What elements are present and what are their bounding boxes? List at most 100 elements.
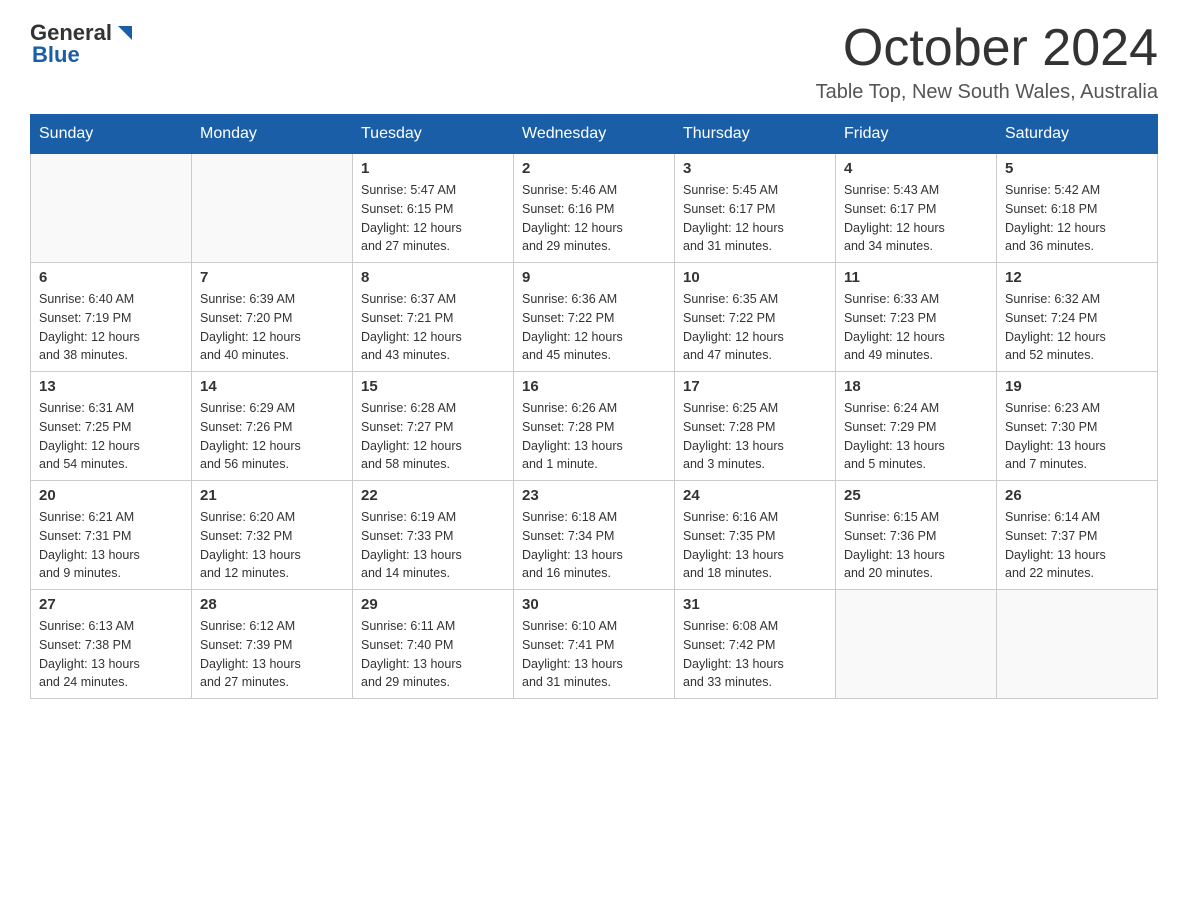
calendar-week-row: 20 Sunrise: 6:21 AM Sunset: 7:31 PM Dayli… — [31, 481, 1158, 590]
day-number: 16 — [522, 378, 666, 395]
day-number: 1 — [361, 160, 505, 177]
day-number: 8 — [361, 269, 505, 286]
calendar-cell: 18Sunrise: 6:24 AM Sunset: 7:29 PM Dayli… — [836, 372, 997, 481]
calendar-cell: 29 Sunrise: 6:11 AM Sunset: 7:40 PM Dayli… — [353, 590, 514, 699]
day-info: Sunrise: 6:26 AM Sunset: 7:28 PM Dayligh… — [522, 399, 666, 474]
calendar-header-wednesday: Wednesday — [514, 115, 675, 154]
day-number: 23 — [522, 487, 666, 504]
day-number: 27 — [39, 596, 183, 613]
logo: General Blue — [30, 20, 136, 68]
day-number: 3 — [683, 160, 827, 177]
calendar-cell: 3 Sunrise: 5:45 AM Sunset: 6:17 PM Daylig… — [675, 154, 836, 263]
day-info: Sunrise: 5:45 AM Sunset: 6:17 PM Dayligh… — [683, 181, 827, 256]
calendar-cell: 16 Sunrise: 6:26 AM Sunset: 7:28 PM Dayli… — [514, 372, 675, 481]
day-number: 31 — [683, 596, 827, 613]
day-number: 28 — [200, 596, 344, 613]
calendar-week-row: 6 Sunrise: 6:40 AM Sunset: 7:19 PM Daylig… — [31, 263, 1158, 372]
calendar-cell: 8 Sunrise: 6:37 AM Sunset: 7:21 PM Daylig… — [353, 263, 514, 372]
calendar-cell: 30 Sunrise: 6:10 AM Sunset: 7:41 PM Dayli… — [514, 590, 675, 699]
calendar-cell: 19 Sunrise: 6:23 AM Sunset: 7:30 PM Dayli… — [997, 372, 1158, 481]
day-info: Sunrise: 5:47 AM Sunset: 6:15 PM Dayligh… — [361, 181, 505, 256]
day-info: Sunrise: 6:10 AM Sunset: 7:41 PM Dayligh… — [522, 617, 666, 692]
calendar-cell: 10Sunrise: 6:35 AM Sunset: 7:22 PM Dayli… — [675, 263, 836, 372]
day-number: 20 — [39, 487, 183, 504]
page-header: General Blue October 2024 Table Top, New… — [30, 20, 1158, 104]
day-info: Sunrise: 6:18 AM Sunset: 7:34 PM Dayligh… — [522, 508, 666, 583]
day-number: 5 — [1005, 160, 1149, 177]
day-info: Sunrise: 6:28 AM Sunset: 7:27 PM Dayligh… — [361, 399, 505, 474]
calendar-header-saturday: Saturday — [997, 115, 1158, 154]
day-number: 17 — [683, 378, 827, 395]
day-number: 21 — [200, 487, 344, 504]
day-info: Sunrise: 6:19 AM Sunset: 7:33 PM Dayligh… — [361, 508, 505, 583]
calendar-cell: 22 Sunrise: 6:19 AM Sunset: 7:33 PM Dayli… — [353, 481, 514, 590]
day-number: 12 — [1005, 269, 1149, 286]
day-info: Sunrise: 6:16 AM Sunset: 7:35 PM Dayligh… — [683, 508, 827, 583]
month-title: October 2024 — [816, 20, 1158, 77]
day-number: 24 — [683, 487, 827, 504]
day-info: Sunrise: 6:31 AM Sunset: 7:25 PM Dayligh… — [39, 399, 183, 474]
calendar-cell: 23 Sunrise: 6:18 AM Sunset: 7:34 PM Dayli… — [514, 481, 675, 590]
calendar-cell: 15Sunrise: 6:28 AM Sunset: 7:27 PM Dayli… — [353, 372, 514, 481]
calendar-cell: 4 Sunrise: 5:43 AM Sunset: 6:17 PM Daylig… — [836, 154, 997, 263]
day-number: 22 — [361, 487, 505, 504]
day-info: Sunrise: 6:24 AM Sunset: 7:29 PM Dayligh… — [844, 399, 988, 474]
calendar-header-friday: Friday — [836, 115, 997, 154]
day-number: 26 — [1005, 487, 1149, 504]
day-info: Sunrise: 6:40 AM Sunset: 7:19 PM Dayligh… — [39, 290, 183, 365]
day-info: Sunrise: 6:08 AM Sunset: 7:42 PM Dayligh… — [683, 617, 827, 692]
calendar-week-row: 27 Sunrise: 6:13 AM Sunset: 7:38 PM Dayli… — [31, 590, 1158, 699]
day-info: Sunrise: 6:12 AM Sunset: 7:39 PM Dayligh… — [200, 617, 344, 692]
calendar-week-row: 13 Sunrise: 6:31 AM Sunset: 7:25 PM Dayli… — [31, 372, 1158, 481]
calendar-cell — [31, 154, 192, 263]
calendar-cell: 25 Sunrise: 6:15 AM Sunset: 7:36 PM Dayli… — [836, 481, 997, 590]
calendar-cell: 27 Sunrise: 6:13 AM Sunset: 7:38 PM Dayli… — [31, 590, 192, 699]
calendar-cell: 21 Sunrise: 6:20 AM Sunset: 7:32 PM Dayli… — [192, 481, 353, 590]
day-number: 30 — [522, 596, 666, 613]
calendar-header-row: SundayMondayTuesdayWednesdayThursdayFrid… — [31, 115, 1158, 154]
day-info: Sunrise: 5:43 AM Sunset: 6:17 PM Dayligh… — [844, 181, 988, 256]
day-info: Sunrise: 5:42 AM Sunset: 6:18 PM Dayligh… — [1005, 181, 1149, 256]
calendar-cell: 12 Sunrise: 6:32 AM Sunset: 7:24 PM Dayli… — [997, 263, 1158, 372]
day-number: 11 — [844, 269, 988, 286]
day-info: Sunrise: 6:32 AM Sunset: 7:24 PM Dayligh… — [1005, 290, 1149, 365]
day-number: 2 — [522, 160, 666, 177]
calendar-cell: 28 Sunrise: 6:12 AM Sunset: 7:39 PM Dayli… — [192, 590, 353, 699]
day-number: 29 — [361, 596, 505, 613]
title-section: October 2024 Table Top, New South Wales,… — [816, 20, 1158, 104]
day-info: Sunrise: 6:25 AM Sunset: 7:28 PM Dayligh… — [683, 399, 827, 474]
calendar-header-monday: Monday — [192, 115, 353, 154]
day-info: Sunrise: 6:33 AM Sunset: 7:23 PM Dayligh… — [844, 290, 988, 365]
day-info: Sunrise: 6:37 AM Sunset: 7:21 PM Dayligh… — [361, 290, 505, 365]
calendar-cell: 13 Sunrise: 6:31 AM Sunset: 7:25 PM Dayli… — [31, 372, 192, 481]
calendar-cell — [997, 590, 1158, 699]
day-info: Sunrise: 6:13 AM Sunset: 7:38 PM Dayligh… — [39, 617, 183, 692]
day-info: Sunrise: 6:36 AM Sunset: 7:22 PM Dayligh… — [522, 290, 666, 365]
day-info: Sunrise: 5:46 AM Sunset: 6:16 PM Dayligh… — [522, 181, 666, 256]
day-info: Sunrise: 6:11 AM Sunset: 7:40 PM Dayligh… — [361, 617, 505, 692]
calendar-header-thursday: Thursday — [675, 115, 836, 154]
day-number: 19 — [1005, 378, 1149, 395]
logo-text-blue: Blue — [32, 42, 80, 68]
day-number: 4 — [844, 160, 988, 177]
day-info: Sunrise: 6:15 AM Sunset: 7:36 PM Dayligh… — [844, 508, 988, 583]
day-number: 9 — [522, 269, 666, 286]
calendar-cell — [192, 154, 353, 263]
day-info: Sunrise: 6:39 AM Sunset: 7:20 PM Dayligh… — [200, 290, 344, 365]
calendar-cell: 17 Sunrise: 6:25 AM Sunset: 7:28 PM Dayli… — [675, 372, 836, 481]
day-number: 13 — [39, 378, 183, 395]
day-info: Sunrise: 6:20 AM Sunset: 7:32 PM Dayligh… — [200, 508, 344, 583]
day-number: 6 — [39, 269, 183, 286]
calendar-cell: 14Sunrise: 6:29 AM Sunset: 7:26 PM Dayli… — [192, 372, 353, 481]
day-number: 25 — [844, 487, 988, 504]
day-info: Sunrise: 6:21 AM Sunset: 7:31 PM Dayligh… — [39, 508, 183, 583]
calendar-cell: 1 Sunrise: 5:47 AM Sunset: 6:15 PM Daylig… — [353, 154, 514, 263]
calendar-cell: 5 Sunrise: 5:42 AM Sunset: 6:18 PM Daylig… — [997, 154, 1158, 263]
day-info: Sunrise: 6:23 AM Sunset: 7:30 PM Dayligh… — [1005, 399, 1149, 474]
location-title: Table Top, New South Wales, Australia — [816, 81, 1158, 104]
calendar-cell: 26Sunrise: 6:14 AM Sunset: 7:37 PM Dayli… — [997, 481, 1158, 590]
calendar-cell — [836, 590, 997, 699]
calendar-cell: 7 Sunrise: 6:39 AM Sunset: 7:20 PM Daylig… — [192, 263, 353, 372]
calendar-cell: 11 Sunrise: 6:33 AM Sunset: 7:23 PM Dayli… — [836, 263, 997, 372]
day-number: 7 — [200, 269, 344, 286]
